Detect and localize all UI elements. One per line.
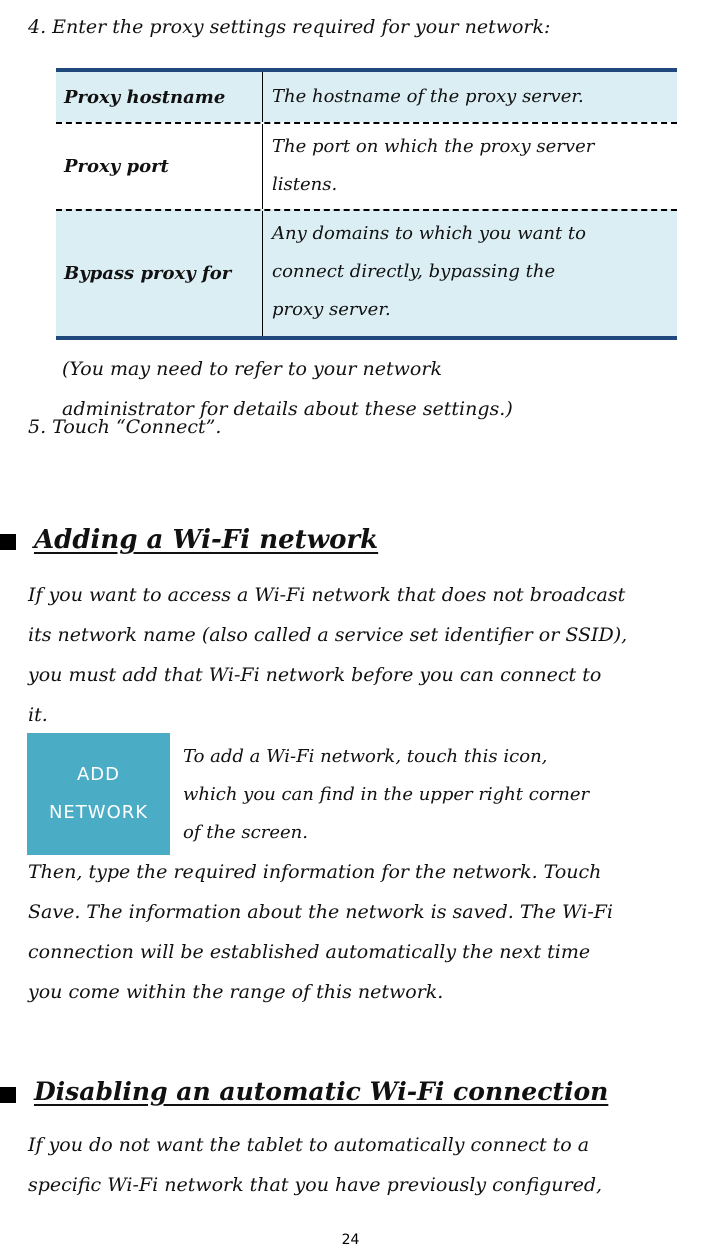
table-value-line: Any domains to which you want to xyxy=(272,223,586,244)
square-bullet-icon xyxy=(0,534,16,550)
paragraph-line: connection will be established automatic… xyxy=(28,941,591,963)
step-4-text: 4. Enter the proxy settings required for… xyxy=(28,16,551,38)
paragraph-line: you must add that Wi-Fi network before y… xyxy=(28,664,602,686)
paragraph-line: specific Wi-Fi network that you have pre… xyxy=(28,1174,603,1196)
paragraph-line: Save. The information about the network … xyxy=(28,901,613,923)
proxy-settings-table: Proxy hostname The hostname of the proxy… xyxy=(56,68,677,340)
add-network-icon: ADD NETWORK xyxy=(27,733,170,855)
paragraph-line: its network name (also called a service … xyxy=(28,624,628,646)
paragraph-line: If you do not want the tablet to automat… xyxy=(28,1134,590,1156)
paragraph-line: If you want to access a Wi-Fi network th… xyxy=(28,584,626,606)
paragraph-line: Then, type the required information for … xyxy=(28,861,602,883)
caption-line: of the screen. xyxy=(183,822,308,843)
caption-line: which you can find in the upper right co… xyxy=(183,784,590,805)
table-value-line: The port on which the proxy server xyxy=(272,136,595,157)
table-value-line: listens. xyxy=(272,174,338,195)
page-number: 24 xyxy=(341,1232,360,1248)
disabling-wifi-intro: If you do not want the tablet to automat… xyxy=(28,1125,602,1205)
adding-wifi-intro: If you want to access a Wi-Fi network th… xyxy=(28,575,627,735)
table-row-bypass-proxy: Bypass proxy for Any domains to which yo… xyxy=(56,209,677,336)
add-network-instructions: Then, type the required information for … xyxy=(28,852,613,1012)
section-heading-disabling-wifi: Disabling an automatic Wi-Fi connection xyxy=(34,1077,609,1106)
caption-line: To add a Wi-Fi network, touch this icon, xyxy=(183,746,548,767)
square-bullet-icon xyxy=(0,1087,16,1103)
table-key-cell: Proxy port xyxy=(56,124,263,209)
paragraph-line: you come within the range of this networ… xyxy=(28,981,444,1003)
table-key-cell: Bypass proxy for xyxy=(56,211,263,336)
icon-label-line: ADD xyxy=(76,764,121,785)
step-5-text: 5. Touch “Connect”. xyxy=(28,416,222,438)
table-row-proxy-port: Proxy port The port on which the proxy s… xyxy=(56,122,677,209)
table-value-cell: The port on which the proxy server liste… xyxy=(263,124,677,209)
table-value-cell: The hostname of the proxy server. xyxy=(263,72,677,122)
add-network-caption: To add a Wi-Fi network, touch this icon,… xyxy=(183,738,589,852)
table-key-cell: Proxy hostname xyxy=(56,72,263,122)
section-heading-adding-wifi: Adding a Wi-Fi network xyxy=(34,525,379,555)
table-row-proxy-hostname: Proxy hostname The hostname of the proxy… xyxy=(56,72,677,122)
table-value-line: proxy server. xyxy=(272,299,391,320)
note-line: (You may need to refer to your network xyxy=(62,358,442,380)
table-value-line: The hostname of the proxy server. xyxy=(272,86,584,107)
table-value-line: connect directly, bypassing the xyxy=(272,261,556,282)
table-value-cell: Any domains to which you want to connect… xyxy=(263,211,677,336)
icon-label-line: NETWORK xyxy=(48,802,149,823)
paragraph-line: it. xyxy=(28,704,48,726)
